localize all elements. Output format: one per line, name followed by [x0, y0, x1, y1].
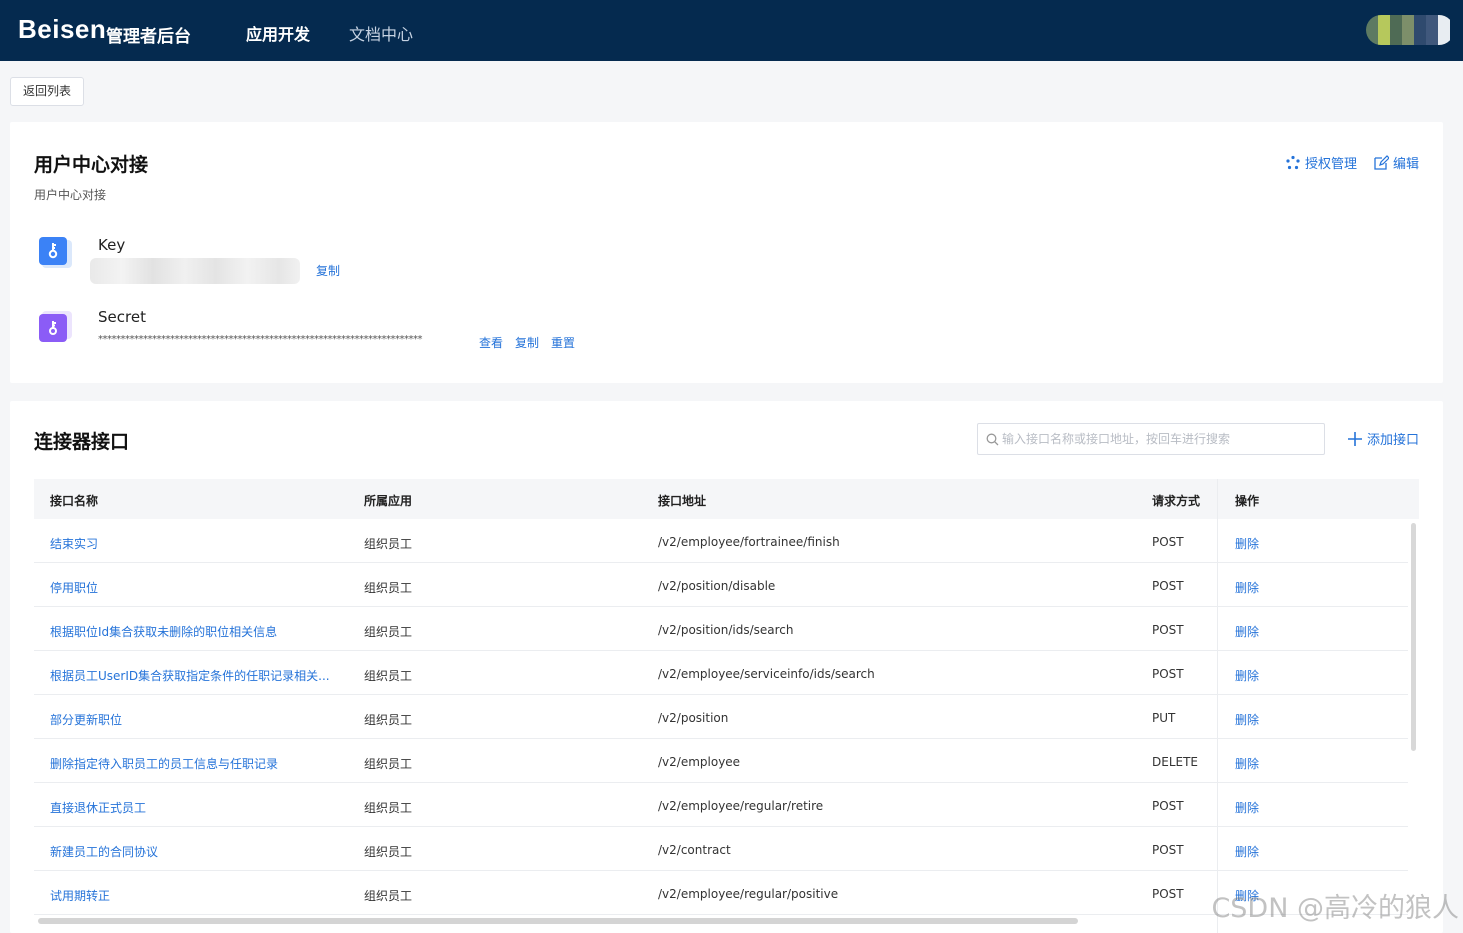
delete-link[interactable]: 删除 [1235, 535, 1259, 552]
delete-link[interactable]: 删除 [1235, 623, 1259, 640]
interface-method: POST [1152, 887, 1184, 901]
interface-name-link[interactable]: 根据职位Id集合获取未删除的职位相关信息 [50, 623, 277, 640]
interface-name-link[interactable]: 结束实习 [50, 535, 98, 552]
horizontal-scrollbar[interactable] [38, 918, 1078, 924]
interface-app: 组织员工 [364, 757, 413, 771]
table-row: 新建员工的合同协议 组织员工/v2/contract POST 删除 [34, 827, 1408, 871]
user-avatar[interactable] [1366, 15, 1454, 45]
app-description: 用户中心对接 [34, 188, 107, 202]
interface-app: 组织员工 [364, 801, 413, 815]
table-row: 试用期转正 组织员工/v2/employee/regular/positive PO… [34, 871, 1408, 915]
interface-path: /v2/position [658, 711, 729, 725]
edit-link[interactable]: 编辑 [1373, 153, 1419, 172]
app-title: 用户中心对接 [34, 154, 149, 176]
interface-app: 组织员工 [364, 889, 413, 903]
interface-name-link[interactable]: 试用期转正 [50, 887, 110, 904]
edit-label: 编辑 [1392, 157, 1419, 172]
back-to-list-button[interactable]: 返回列表 [10, 77, 84, 106]
search-box [977, 423, 1325, 455]
vertical-scrollbar[interactable] [1411, 523, 1416, 751]
table-row: 部分更新职位 组织员工/v2/position PUT 删除 [34, 695, 1408, 739]
interface-method: POST [1152, 535, 1184, 549]
interface-name-link[interactable]: 停用职位 [50, 579, 98, 596]
interface-method: POST [1152, 843, 1184, 857]
table-header: 接口名称 所属应用 接口地址 请求方式 操作 [34, 479, 1419, 519]
add-interface-button[interactable]: 添加接口 [1347, 429, 1419, 448]
interface-name-link[interactable]: 新建员工的合同协议 [50, 843, 158, 860]
interface-method: POST [1152, 667, 1184, 681]
col-header-path: 接口地址 [658, 494, 707, 508]
interface-method: DELETE [1152, 755, 1199, 769]
top-navbar: Beisen 管理者后台 应用开发 文档中心 [0, 0, 1463, 61]
interface-name-link[interactable]: 部分更新职位 [50, 711, 122, 728]
table-row: 停用职位 组织员工/v2/position/disable POST 删除 [34, 563, 1408, 607]
interface-method: POST [1152, 623, 1184, 637]
connector-title: 连接器接口 [34, 431, 130, 453]
interface-method: PUT [1152, 711, 1176, 725]
delete-link[interactable]: 删除 [1235, 579, 1259, 596]
col-header-action: 操作 [1235, 494, 1260, 508]
watermark: CSDN @高冷的狼人 [1211, 893, 1459, 924]
brand-subtitle: 管理者后台 [106, 27, 191, 47]
interface-name-link[interactable]: 直接退休正式员工 [50, 799, 146, 816]
nav-doc-center[interactable]: 文档中心 [349, 21, 413, 45]
edit-icon [1374, 154, 1389, 170]
col-header-app: 所属应用 [364, 494, 413, 508]
lock-icon [39, 311, 72, 342]
delete-link[interactable]: 删除 [1235, 843, 1259, 860]
table-row: 结束实习 组织员工/v2/employee/fortrainee/finish PO… [34, 519, 1408, 563]
key-label: Key [98, 236, 126, 254]
add-interface-label: 添加接口 [1366, 433, 1419, 448]
interface-path: /v2/position/ids/search [658, 623, 794, 637]
key-icon [39, 237, 72, 268]
interface-path: /v2/employee/fortrainee/finish [658, 535, 840, 549]
interface-name-link[interactable]: 根据员工UserID集合获取指定条件的任职记录相关... [50, 667, 330, 684]
nav-app-development[interactable]: 应用开发 [246, 21, 310, 45]
auth-manage-label: 授权管理 [1304, 157, 1357, 172]
secret-masked-value: ****************************************… [98, 334, 423, 345]
delete-link[interactable]: 删除 [1235, 799, 1259, 816]
plus-icon [1347, 431, 1362, 446]
interface-path: /v2/contract [658, 843, 731, 857]
search-input[interactable] [1002, 424, 1320, 454]
col-header-method: 请求方式 [1152, 494, 1201, 508]
secret-label: Secret [98, 308, 146, 326]
app-actions: 授权管理 编辑 [1285, 153, 1419, 172]
secret-copy-link[interactable]: 复制 [515, 334, 539, 351]
interface-method: POST [1152, 799, 1184, 813]
key-copy-link[interactable]: 复制 [316, 262, 340, 279]
secret-reset-link[interactable]: 重置 [551, 334, 575, 351]
key-value-redacted [90, 258, 300, 284]
interface-path: /v2/position/disable [658, 579, 776, 593]
interface-app: 组织员工 [364, 713, 413, 727]
delete-link[interactable]: 删除 [1235, 755, 1259, 772]
table-row: 根据员工UserID集合获取指定条件的任职记录相关... 组织员工/v2/empl… [34, 651, 1408, 695]
interface-app: 组织员工 [364, 845, 413, 859]
col-header-name: 接口名称 [50, 494, 99, 508]
secret-view-link[interactable]: 查看 [479, 334, 503, 351]
table-row: 根据职位Id集合获取未删除的职位相关信息 组织员工/v2/position/ids… [34, 607, 1408, 651]
interface-app: 组织员工 [364, 625, 413, 639]
interface-path: /v2/employee/regular/positive [658, 887, 839, 901]
interface-app: 组织员工 [364, 581, 413, 595]
interface-method: POST [1152, 579, 1184, 593]
auth-manage-link[interactable]: 授权管理 [1285, 153, 1357, 172]
brand-logo[interactable]: Beisen [18, 14, 106, 45]
interface-app: 组织员工 [364, 669, 413, 683]
delete-link[interactable]: 删除 [1235, 667, 1259, 684]
connector-card: 连接器接口 添加接口 接口名称 所属应用 接口地址 请求方式 操作 结束实习组织… [10, 401, 1443, 933]
interface-path: /v2/employee [658, 755, 741, 769]
spinner-icon [1286, 155, 1300, 169]
delete-link[interactable]: 删除 [1235, 711, 1259, 728]
interface-path: /v2/employee/serviceinfo/ids/search [658, 667, 875, 681]
interface-name-link[interactable]: 删除指定待入职员工的员工信息与任职记录 [50, 755, 278, 772]
search-icon [986, 433, 999, 446]
app-info-card: 用户中心对接 用户中心对接 授权管理 编辑 Key 复制 Secret ****… [10, 122, 1443, 383]
interface-app: 组织员工 [364, 537, 413, 551]
table-row: 直接退休正式员工 组织员工/v2/employee/regular/retire P… [34, 783, 1408, 827]
interface-path: /v2/employee/regular/retire [658, 799, 824, 813]
table-row: 删除指定待入职员工的员工信息与任职记录 组织员工/v2/employee DELET… [34, 739, 1408, 783]
